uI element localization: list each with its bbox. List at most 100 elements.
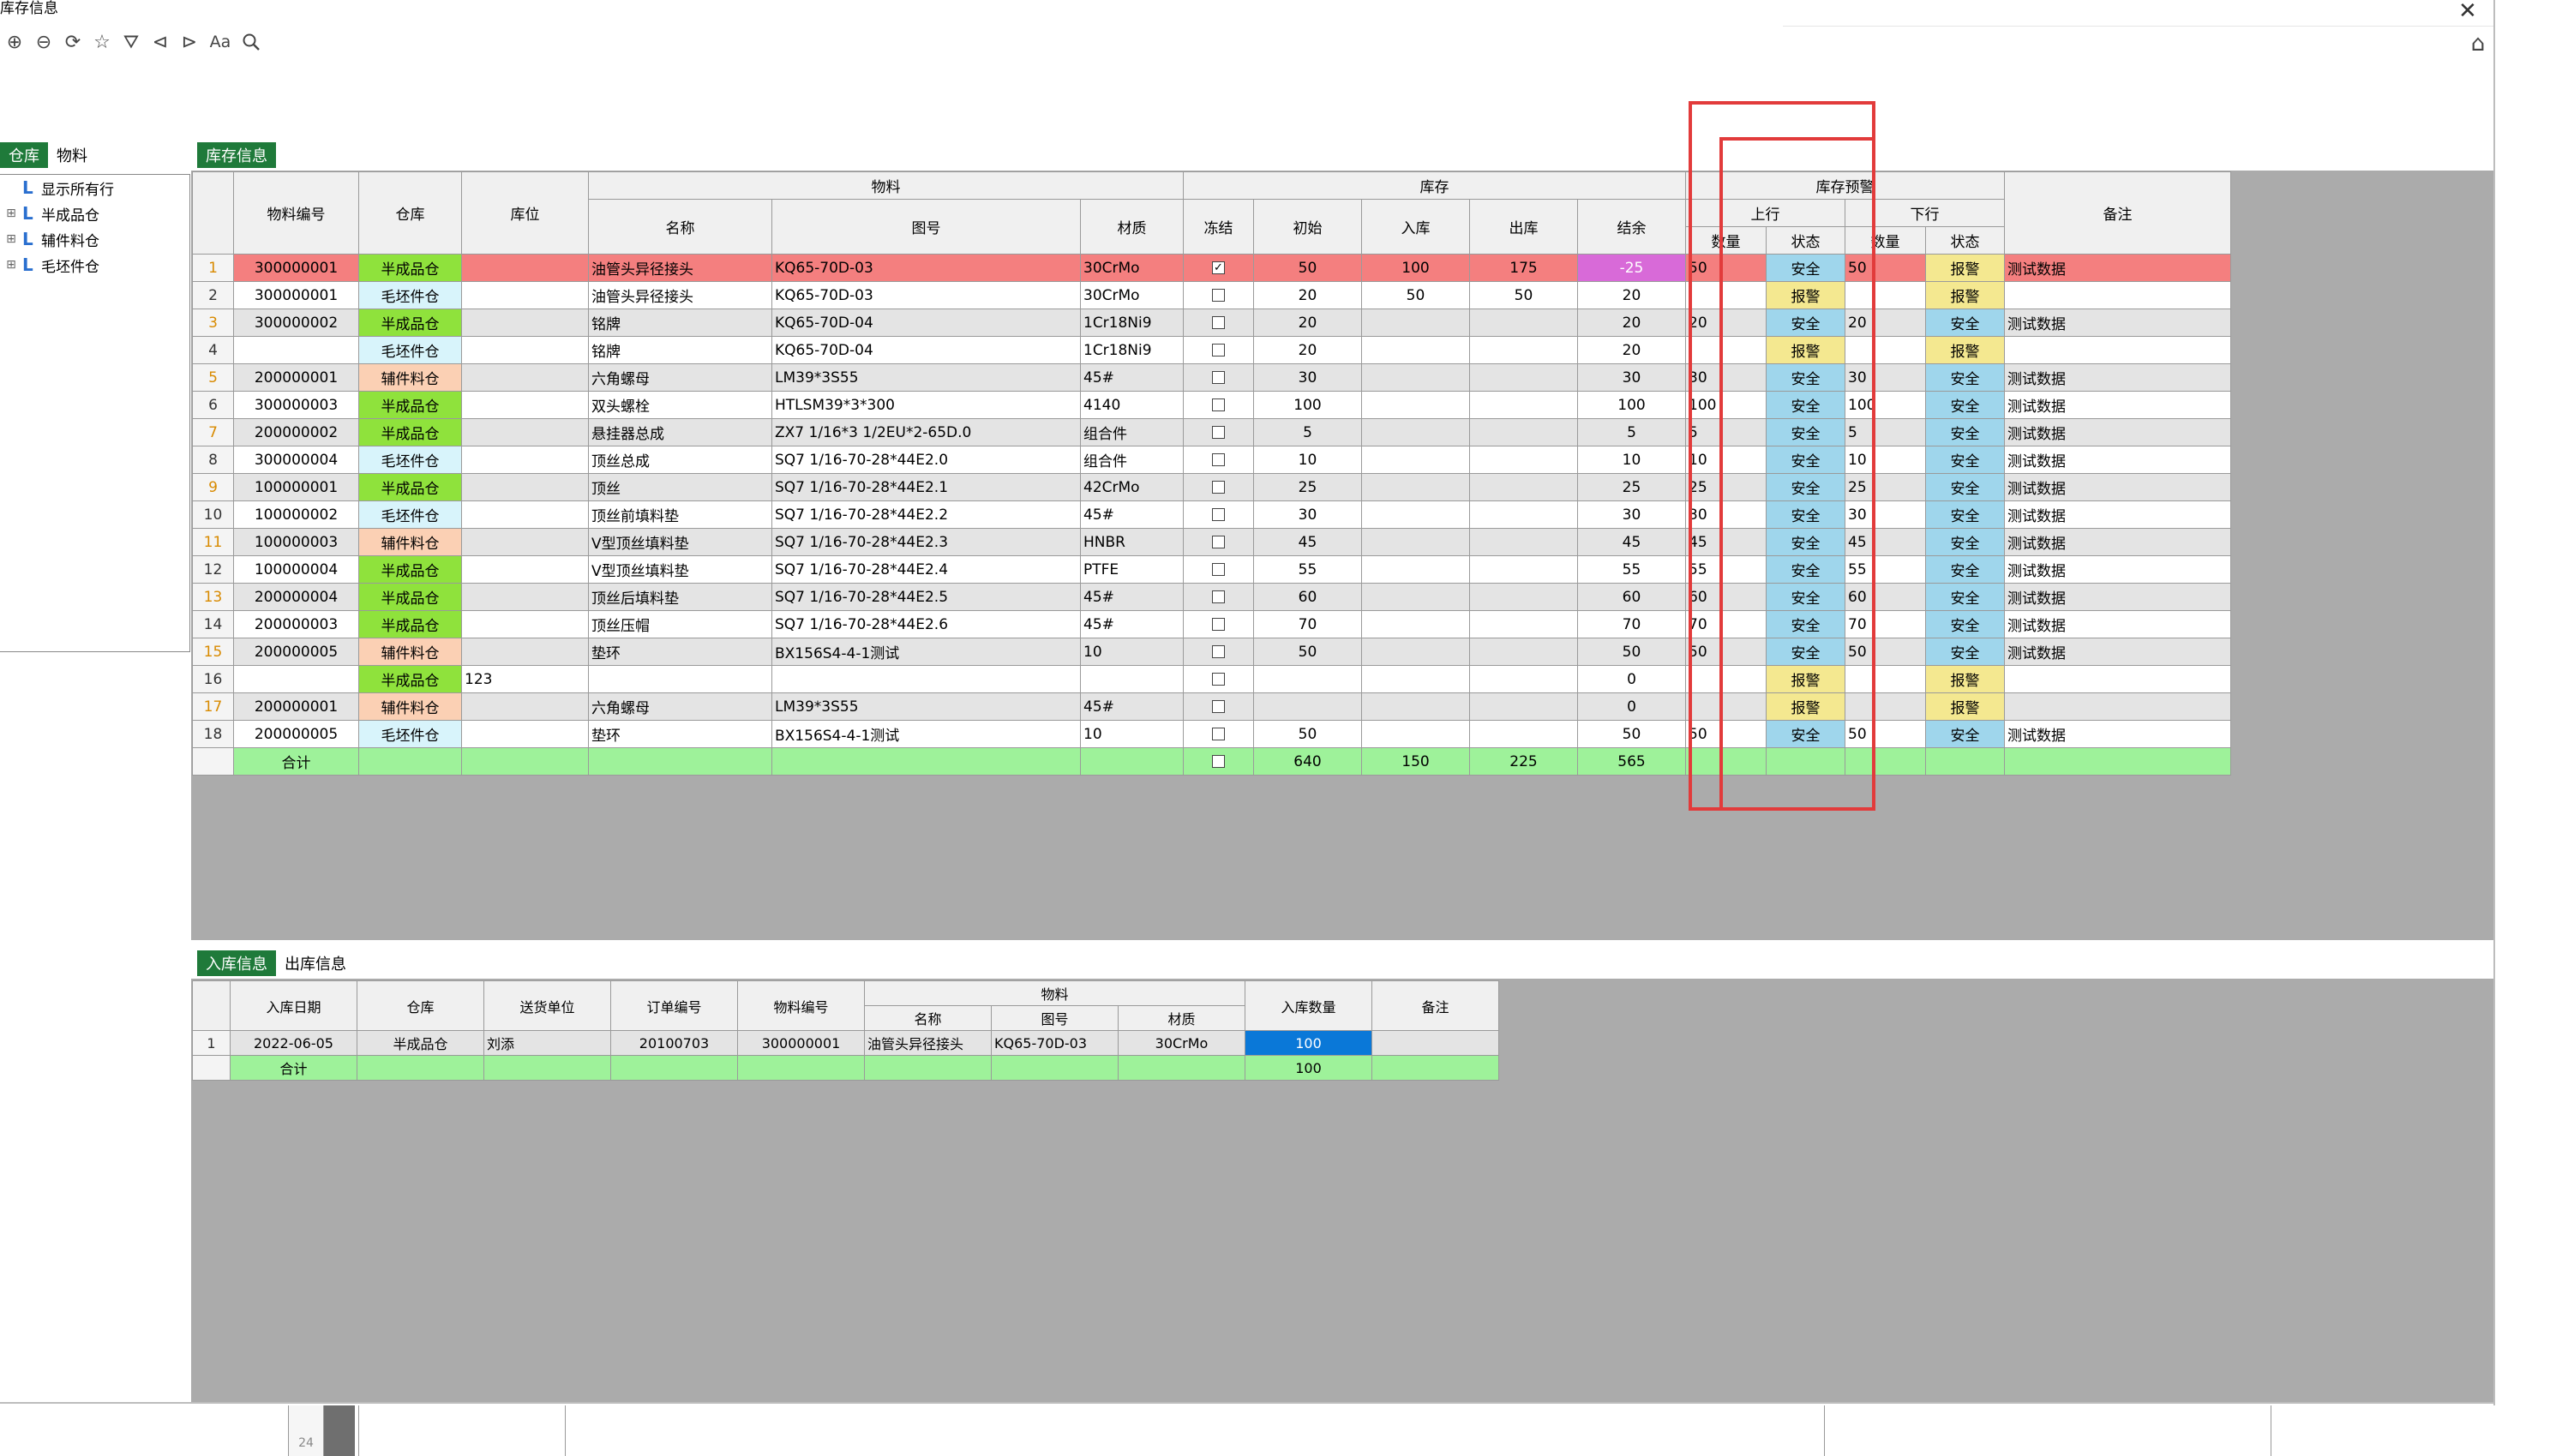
cell-out[interactable] — [1469, 336, 1578, 364]
table-row[interactable]: 3 300000002 半成品仓 铭牌 KQ65-70D-04 1Cr18Ni9 20 20 2… — [192, 309, 2231, 337]
cell-out[interactable] — [1469, 665, 1578, 693]
refresh-icon[interactable]: ⟳ — [60, 29, 86, 55]
cell-lower-status[interactable]: 报警 — [1925, 281, 2005, 309]
cell-drawing[interactable]: SQ7 1/16-70-28*44E2.5 — [771, 583, 1081, 611]
cell-lower-status[interactable]: 报警 — [1925, 336, 2005, 364]
cell-remark[interactable] — [2004, 336, 2231, 364]
table-row[interactable]: 7 200000002 半成品仓 悬挂器总成 ZX7 1/16*3 1/2EU*2-65… — [192, 418, 2231, 446]
cell-initial[interactable]: 20 — [1253, 336, 1362, 364]
table-row[interactable]: 1 300000001 半成品仓 油管头异径接头 KQ65-70D-03 30CrMo ✓ 5… — [192, 254, 2231, 282]
cell-lower-status[interactable]: 安全 — [1925, 391, 2005, 419]
cell-location[interactable] — [461, 254, 589, 282]
cell-name[interactable]: 顶丝后填料垫 — [588, 583, 772, 611]
header-balance[interactable]: 结余 — [1577, 199, 1686, 255]
back-circle-icon[interactable]: ⊲ — [147, 29, 173, 55]
cell-balance[interactable]: 20 — [1577, 336, 1686, 364]
cell-in[interactable] — [1361, 638, 1470, 666]
expand-icon[interactable]: ⊞ — [5, 207, 17, 220]
cell-drawing[interactable]: HTLSM39*3*300 — [771, 391, 1081, 419]
cell-name[interactable]: 铭牌 — [588, 336, 772, 364]
cell-out[interactable] — [1469, 692, 1578, 721]
cell-initial[interactable]: 50 — [1253, 720, 1362, 748]
cell-texture[interactable]: PTFE — [1080, 555, 1184, 584]
cell-drawing[interactable] — [771, 665, 1081, 693]
header-warehouse[interactable]: 仓库 — [358, 171, 462, 255]
tree-item-blank[interactable]: ⊞ L 毛坯件仓 — [0, 252, 189, 278]
cell-warehouse[interactable]: 半成品仓 — [358, 473, 462, 501]
header-order[interactable]: 订单编号 — [610, 980, 738, 1031]
cell-frozen[interactable] — [1183, 555, 1254, 584]
cell-location[interactable] — [461, 720, 589, 748]
cell-warehouse[interactable]: 半成品仓 — [358, 610, 462, 638]
cell-frozen[interactable] — [1183, 473, 1254, 501]
cell-name[interactable]: 油管头异径接头 — [588, 281, 772, 309]
cell-balance[interactable]: 30 — [1577, 363, 1686, 392]
cell-initial[interactable]: 60 — [1253, 583, 1362, 611]
cell-drawing[interactable]: SQ7 1/16-70-28*44E2.2 — [771, 500, 1081, 529]
cell-balance[interactable]: 30 — [1577, 500, 1686, 529]
cell-name[interactable]: 双头螺栓 — [588, 391, 772, 419]
cell-balance[interactable]: 55 — [1577, 555, 1686, 584]
cell-drawing[interactable]: SQ7 1/16-70-28*44E2.4 — [771, 555, 1081, 584]
cell-code[interactable]: 200000004 — [233, 583, 359, 611]
cell-lower-status[interactable]: 安全 — [1925, 363, 2005, 392]
header-drawing[interactable]: 图号 — [771, 199, 1081, 255]
cell-frozen[interactable] — [1183, 692, 1254, 721]
cell-lower-status[interactable]: 安全 — [1925, 528, 2005, 556]
header-remark[interactable]: 备注 — [1371, 980, 1499, 1031]
cell-balance[interactable]: 20 — [1577, 281, 1686, 309]
cell-frozen[interactable] — [1183, 336, 1254, 364]
cell-remark[interactable]: 测试数据 — [2004, 610, 2231, 638]
cell-in[interactable] — [1361, 692, 1470, 721]
cell-code[interactable]: 300000003 — [233, 391, 359, 419]
cell-in[interactable] — [1361, 665, 1470, 693]
cell-code[interactable]: 200000003 — [233, 610, 359, 638]
cell-code[interactable]: 300000001 — [233, 254, 359, 282]
cell-in[interactable] — [1361, 336, 1470, 364]
cell-initial[interactable]: 45 — [1253, 528, 1362, 556]
cell-initial[interactable]: 10 — [1253, 446, 1362, 474]
cell-remark[interactable]: 测试数据 — [2004, 363, 2231, 392]
cell-location[interactable] — [461, 446, 589, 474]
cell-name[interactable]: 垫环 — [588, 638, 772, 666]
cell-initial[interactable]: 20 — [1253, 309, 1362, 337]
header-name[interactable]: 名称 — [588, 199, 772, 255]
cell-texture[interactable]: 30CrMo — [1118, 1030, 1245, 1056]
cell-balance[interactable]: 45 — [1577, 528, 1686, 556]
cell-code[interactable]: 200000002 — [233, 418, 359, 446]
cell-name[interactable]: 顶丝压帽 — [588, 610, 772, 638]
table-row[interactable]: 18 200000005 毛坯件仓 垫环 BX156S4-4-1测试 10 50 50 50 安全… — [192, 720, 2231, 748]
table-row[interactable]: 16 半成品仓 123 0 报警 报警 — [192, 665, 2231, 693]
cell-frozen[interactable] — [1183, 281, 1254, 309]
cell-texture[interactable]: 10 — [1080, 720, 1184, 748]
header-initial[interactable]: 初始 — [1253, 199, 1362, 255]
cell-warehouse[interactable]: 半成品仓 — [358, 309, 462, 337]
tab-inventory[interactable]: 库存信息 — [197, 142, 276, 168]
cell-out[interactable] — [1469, 446, 1578, 474]
cell-out[interactable] — [1469, 418, 1578, 446]
cell-remark[interactable]: 测试数据 — [2004, 473, 2231, 501]
frozen-checkbox[interactable] — [1212, 673, 1225, 686]
cell-location[interactable] — [461, 583, 589, 611]
table-row[interactable]: 1 2022-06-05 半成品仓 刘添 20100703 300000001 … — [192, 1030, 1499, 1056]
cell-warehouse[interactable]: 半成品仓 — [357, 1030, 484, 1056]
cell-lower-status[interactable]: 安全 — [1925, 583, 2005, 611]
header-location[interactable]: 库位 — [461, 171, 589, 255]
cell-balance[interactable]: -25 — [1577, 254, 1686, 282]
cell-out[interactable] — [1469, 720, 1578, 748]
cell-in[interactable] — [1361, 418, 1470, 446]
cell-remark[interactable] — [2004, 692, 2231, 721]
cell-balance[interactable]: 70 — [1577, 610, 1686, 638]
cell-out[interactable] — [1469, 363, 1578, 392]
cell-lower-status[interactable]: 安全 — [1925, 446, 2005, 474]
cell-date[interactable]: 2022-06-05 — [230, 1030, 357, 1056]
cell-warehouse[interactable]: 毛坯件仓 — [358, 720, 462, 748]
cell-warehouse[interactable]: 辅件料仓 — [358, 638, 462, 666]
cell-out[interactable] — [1469, 500, 1578, 529]
cell-remark[interactable]: 测试数据 — [2004, 528, 2231, 556]
cell-initial[interactable]: 30 — [1253, 500, 1362, 529]
cell-code[interactable]: 100000003 — [233, 528, 359, 556]
filter-icon[interactable]: ⛛ — [118, 29, 144, 55]
cell-lower-status[interactable]: 安全 — [1925, 610, 2005, 638]
cell-balance[interactable]: 0 — [1577, 692, 1686, 721]
